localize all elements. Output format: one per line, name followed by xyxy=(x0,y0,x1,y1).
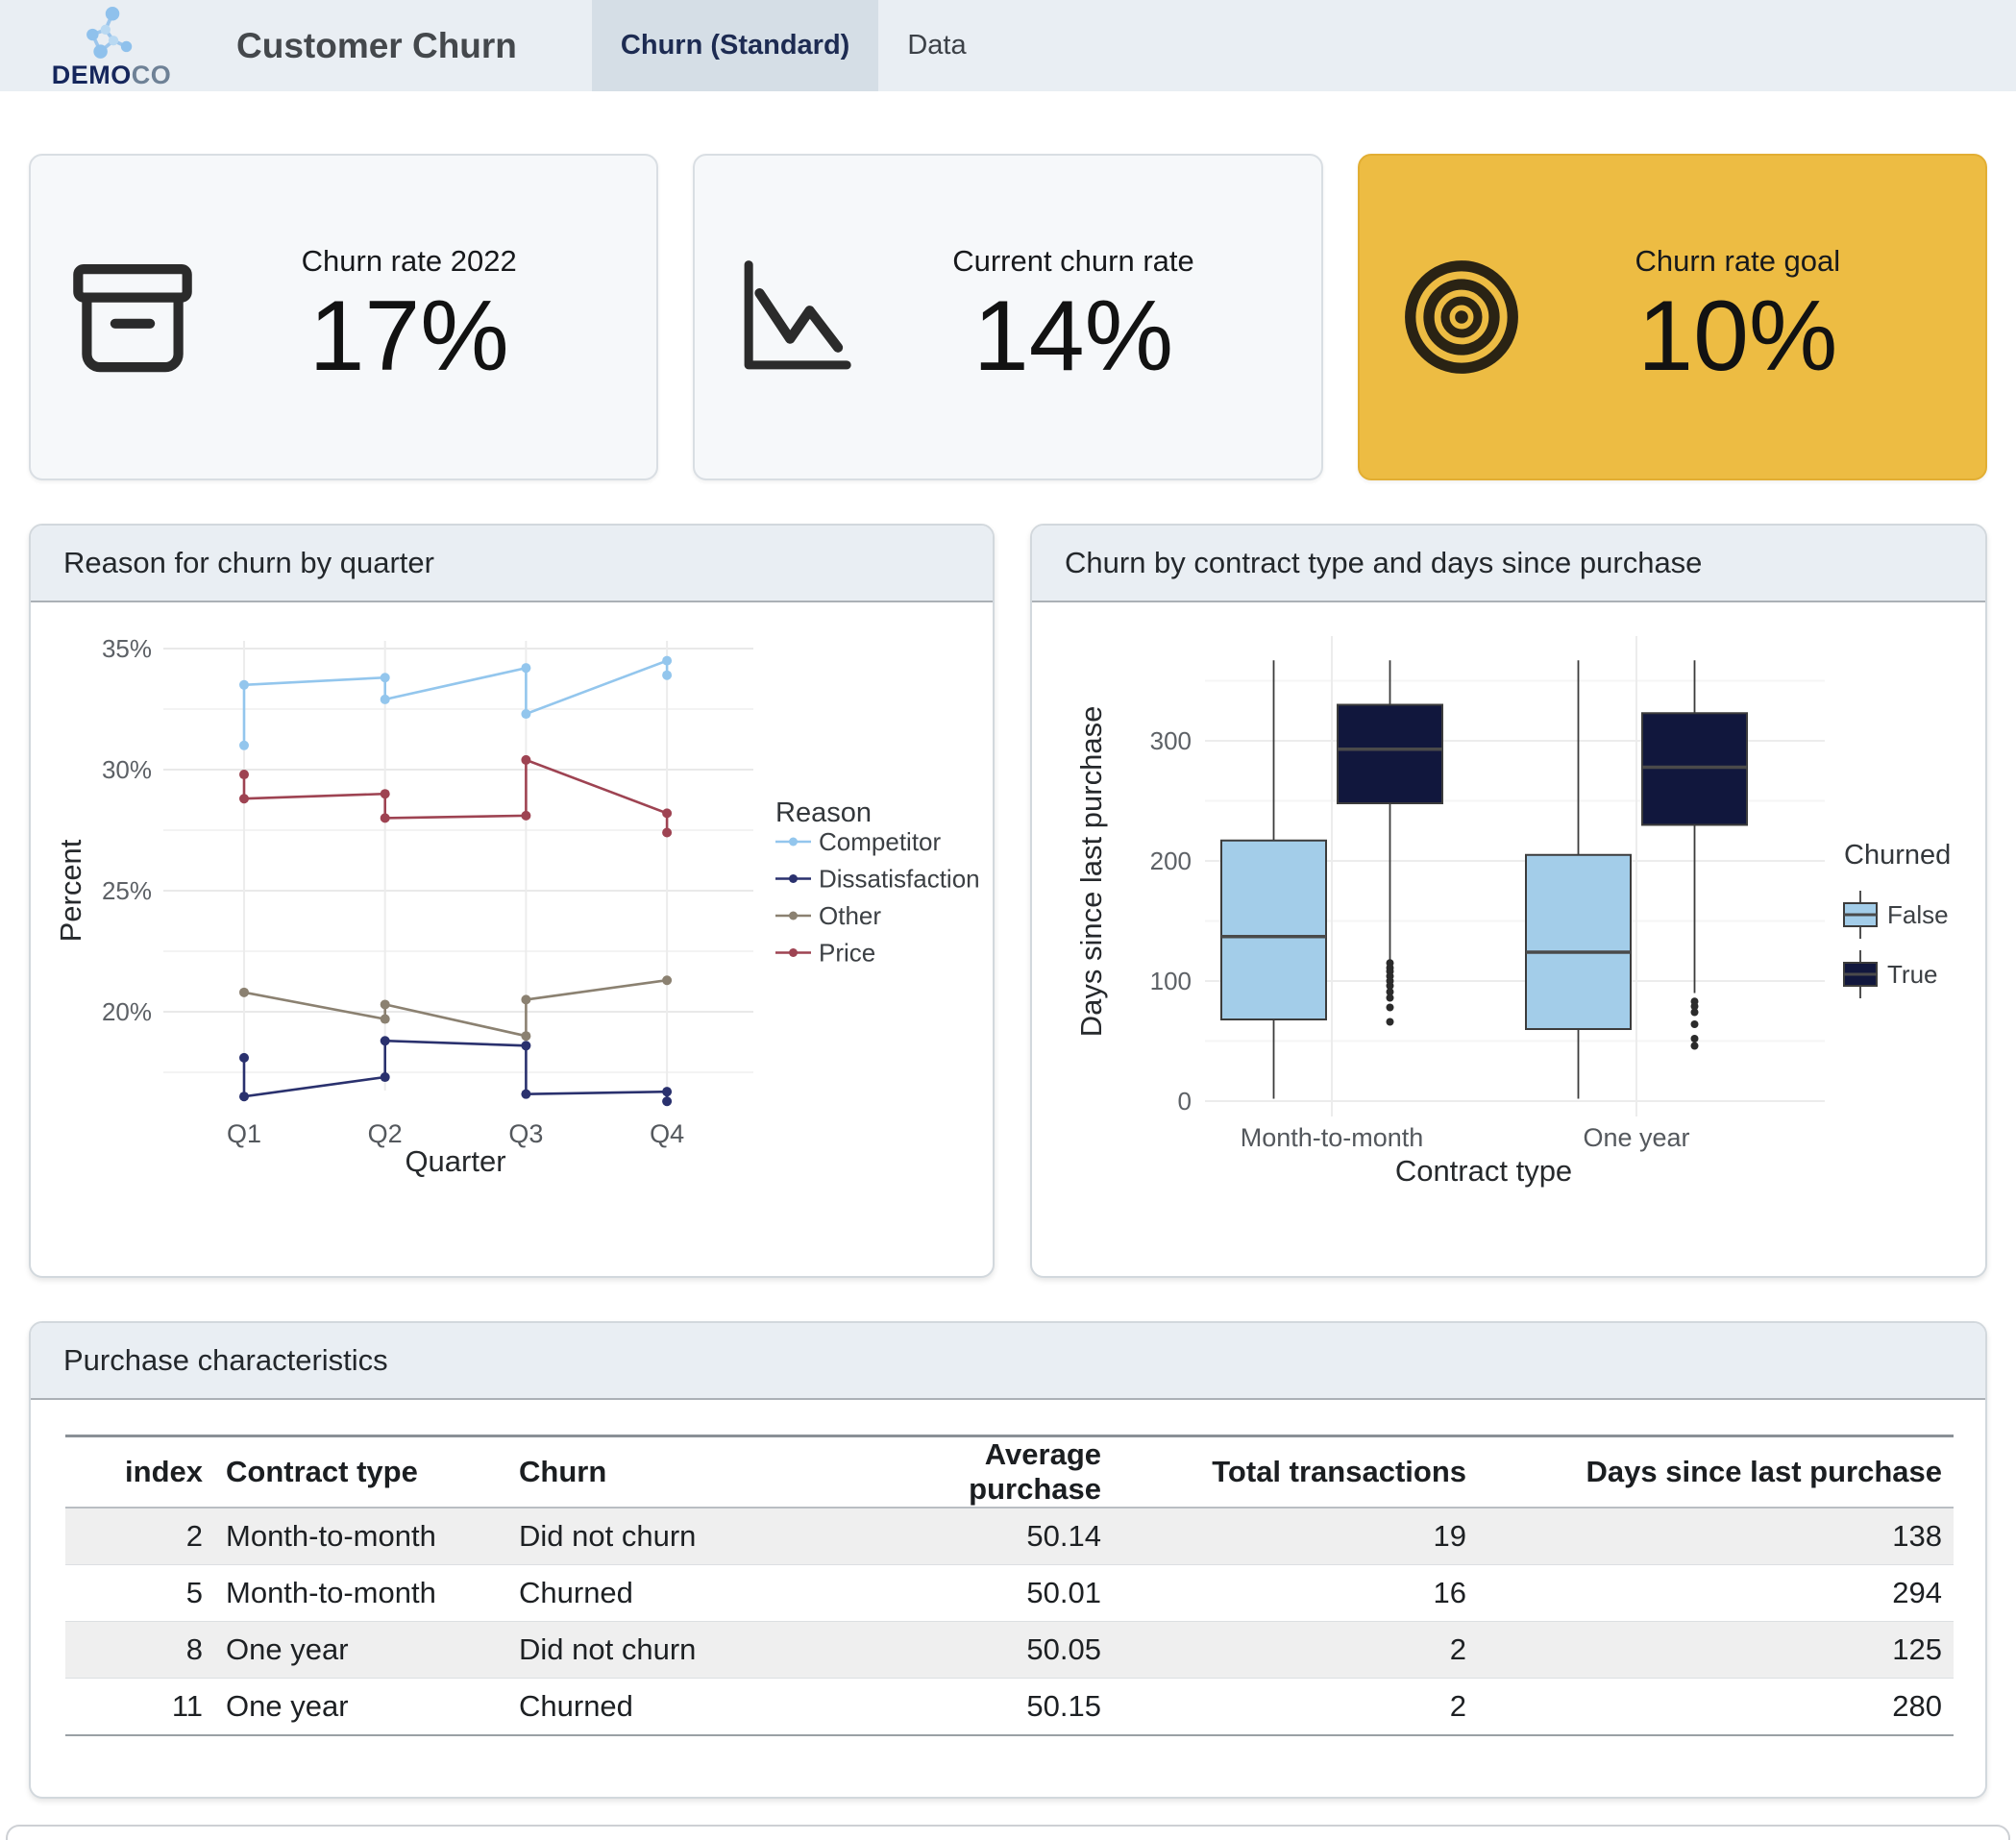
column-header-total-transactions: Total transactions xyxy=(1113,1436,1478,1509)
purchase-table-panel: Purchase characteristics index Contract … xyxy=(29,1321,1987,1799)
svg-text:Competitor: Competitor xyxy=(819,827,941,856)
boxplot-svg: 0 100 200 300 Month-to-month One year Contract… xyxy=(1032,602,1985,1275)
svg-text:Q2: Q2 xyxy=(368,1119,403,1148)
svg-text:Price: Price xyxy=(819,939,875,968)
table-row: 2 Month-to-month Did not churn 50.14 19 … xyxy=(65,1508,1954,1565)
target-icon xyxy=(1396,252,1527,382)
cell-days-since-last-purchase: 125 xyxy=(1478,1622,1954,1679)
kpi-value: 14% xyxy=(973,284,1173,389)
cell-index: 8 xyxy=(65,1622,214,1679)
kpi-card-current-churn: Current churn rate 14% xyxy=(693,154,1322,480)
cell-total-transactions: 2 xyxy=(1113,1622,1478,1679)
cell-index: 11 xyxy=(65,1679,214,1736)
svg-text:Percent: Percent xyxy=(54,839,87,942)
kpi-title: Churn rate goal xyxy=(1635,244,1840,279)
cell-average-purchase: 50.15 xyxy=(834,1679,1113,1736)
cell-total-transactions: 2 xyxy=(1113,1679,1478,1736)
molecule-icon xyxy=(77,6,146,61)
democo-logo: DEMOCO xyxy=(44,0,179,91)
tab-churn-standard[interactable]: Churn (Standard) xyxy=(592,0,878,91)
cell-churn: Churned xyxy=(507,1679,834,1736)
svg-text:Quarter: Quarter xyxy=(405,1144,505,1178)
cell-days-since-last-purchase: 280 xyxy=(1478,1679,1954,1736)
boxplot-panel: Churn by contract type and days since pu… xyxy=(1030,524,1987,1278)
svg-text:False: False xyxy=(1887,900,1949,929)
svg-text:Q1: Q1 xyxy=(227,1119,261,1148)
svg-text:Q3: Q3 xyxy=(508,1119,543,1148)
svg-text:One year: One year xyxy=(1583,1123,1689,1152)
tab-data[interactable]: Data xyxy=(878,0,995,91)
table-row: 5 Month-to-month Churned 50.01 16 294 xyxy=(65,1565,1954,1622)
svg-text:Dissatisfaction: Dissatisfaction xyxy=(819,865,980,894)
column-header-average-purchase: Average purchase xyxy=(834,1436,1113,1509)
cell-average-purchase: 50.01 xyxy=(834,1565,1113,1622)
cell-churn: Churned xyxy=(507,1565,834,1622)
column-header-index: index xyxy=(65,1436,214,1509)
svg-text:300: 300 xyxy=(1150,726,1192,755)
svg-text:200: 200 xyxy=(1150,846,1192,875)
next-card-top-edge xyxy=(6,1825,2010,1840)
svg-text:100: 100 xyxy=(1150,967,1192,995)
svg-text:Reason: Reason xyxy=(775,797,872,828)
cell-index: 2 xyxy=(65,1508,214,1565)
cell-days-since-last-purchase: 138 xyxy=(1478,1508,1954,1565)
svg-text:Month-to-month: Month-to-month xyxy=(1241,1123,1424,1152)
kpi-card-churn-2022: Churn rate 2022 17% xyxy=(29,154,658,480)
panel-title: Churn by contract type and days since pu… xyxy=(1032,526,1985,602)
cell-total-transactions: 16 xyxy=(1113,1565,1478,1622)
cell-contract-type: One year xyxy=(214,1679,507,1736)
kpi-title: Churn rate 2022 xyxy=(302,244,517,279)
trend-down-icon xyxy=(731,252,862,382)
svg-text:Churned: Churned xyxy=(1844,840,1951,871)
kpi-row: Churn rate 2022 17% Current churn rate 1… xyxy=(29,154,1987,480)
cell-contract-type: Month-to-month xyxy=(214,1565,507,1622)
cell-average-purchase: 50.05 xyxy=(834,1622,1113,1679)
svg-text:Q4: Q4 xyxy=(650,1119,684,1148)
svg-text:30%: 30% xyxy=(102,755,152,784)
panel-title: Purchase characteristics xyxy=(31,1323,1985,1400)
column-header-churn: Churn xyxy=(507,1436,834,1509)
svg-text:35%: 35% xyxy=(102,634,152,663)
reason-chart-panel: Reason for churn by quarter 35% 30% 25% 20%… xyxy=(29,524,995,1278)
column-header-days-since-last-purchase: Days since last purchase xyxy=(1478,1436,1954,1509)
purchase-table: index Contract type Churn Average purcha… xyxy=(65,1435,1954,1736)
cell-churn: Did not churn xyxy=(507,1508,834,1565)
cell-index: 5 xyxy=(65,1565,214,1622)
svg-text:Days since last purchase: Days since last purchase xyxy=(1074,706,1108,1038)
kpi-card-churn-goal: Churn rate goal 10% xyxy=(1358,154,1987,480)
cell-contract-type: Month-to-month xyxy=(214,1508,507,1565)
svg-text:True: True xyxy=(1887,960,1938,989)
cell-average-purchase: 50.14 xyxy=(834,1508,1113,1565)
logo-wordmark: DEMOCO xyxy=(52,62,172,88)
svg-text:20%: 20% xyxy=(102,997,152,1026)
app-header: DEMOCO Customer Churn Churn (Standard) D… xyxy=(0,0,2016,91)
panel-title: Reason for churn by quarter xyxy=(31,526,993,602)
svg-text:0: 0 xyxy=(1178,1087,1192,1116)
kpi-value: 10% xyxy=(1637,284,1837,389)
table-row: 11 One year Churned 50.15 2 280 xyxy=(65,1679,1954,1736)
reason-chart-svg: 35% 30% 25% 20% Q1 Q2 Q3 Q4 Quarter Percent Reason… xyxy=(31,602,993,1275)
svg-text:Contract type: Contract type xyxy=(1395,1154,1572,1188)
page-title: Customer Churn xyxy=(236,26,517,66)
table-header-row: index Contract type Churn Average purcha… xyxy=(65,1436,1954,1509)
svg-text:Other: Other xyxy=(819,901,881,930)
tab-bar: Churn (Standard) Data xyxy=(592,0,996,91)
column-header-contract-type: Contract type xyxy=(214,1436,507,1509)
cell-contract-type: One year xyxy=(214,1622,507,1679)
kpi-value: 17% xyxy=(309,284,509,389)
table-row: 8 One year Did not churn 50.05 2 125 xyxy=(65,1622,1954,1679)
cell-churn: Did not churn xyxy=(507,1622,834,1679)
cell-total-transactions: 19 xyxy=(1113,1508,1478,1565)
kpi-title: Current churn rate xyxy=(952,244,1194,279)
cell-days-since-last-purchase: 294 xyxy=(1478,1565,1954,1622)
archive-box-icon xyxy=(67,252,198,382)
svg-text:25%: 25% xyxy=(102,876,152,905)
